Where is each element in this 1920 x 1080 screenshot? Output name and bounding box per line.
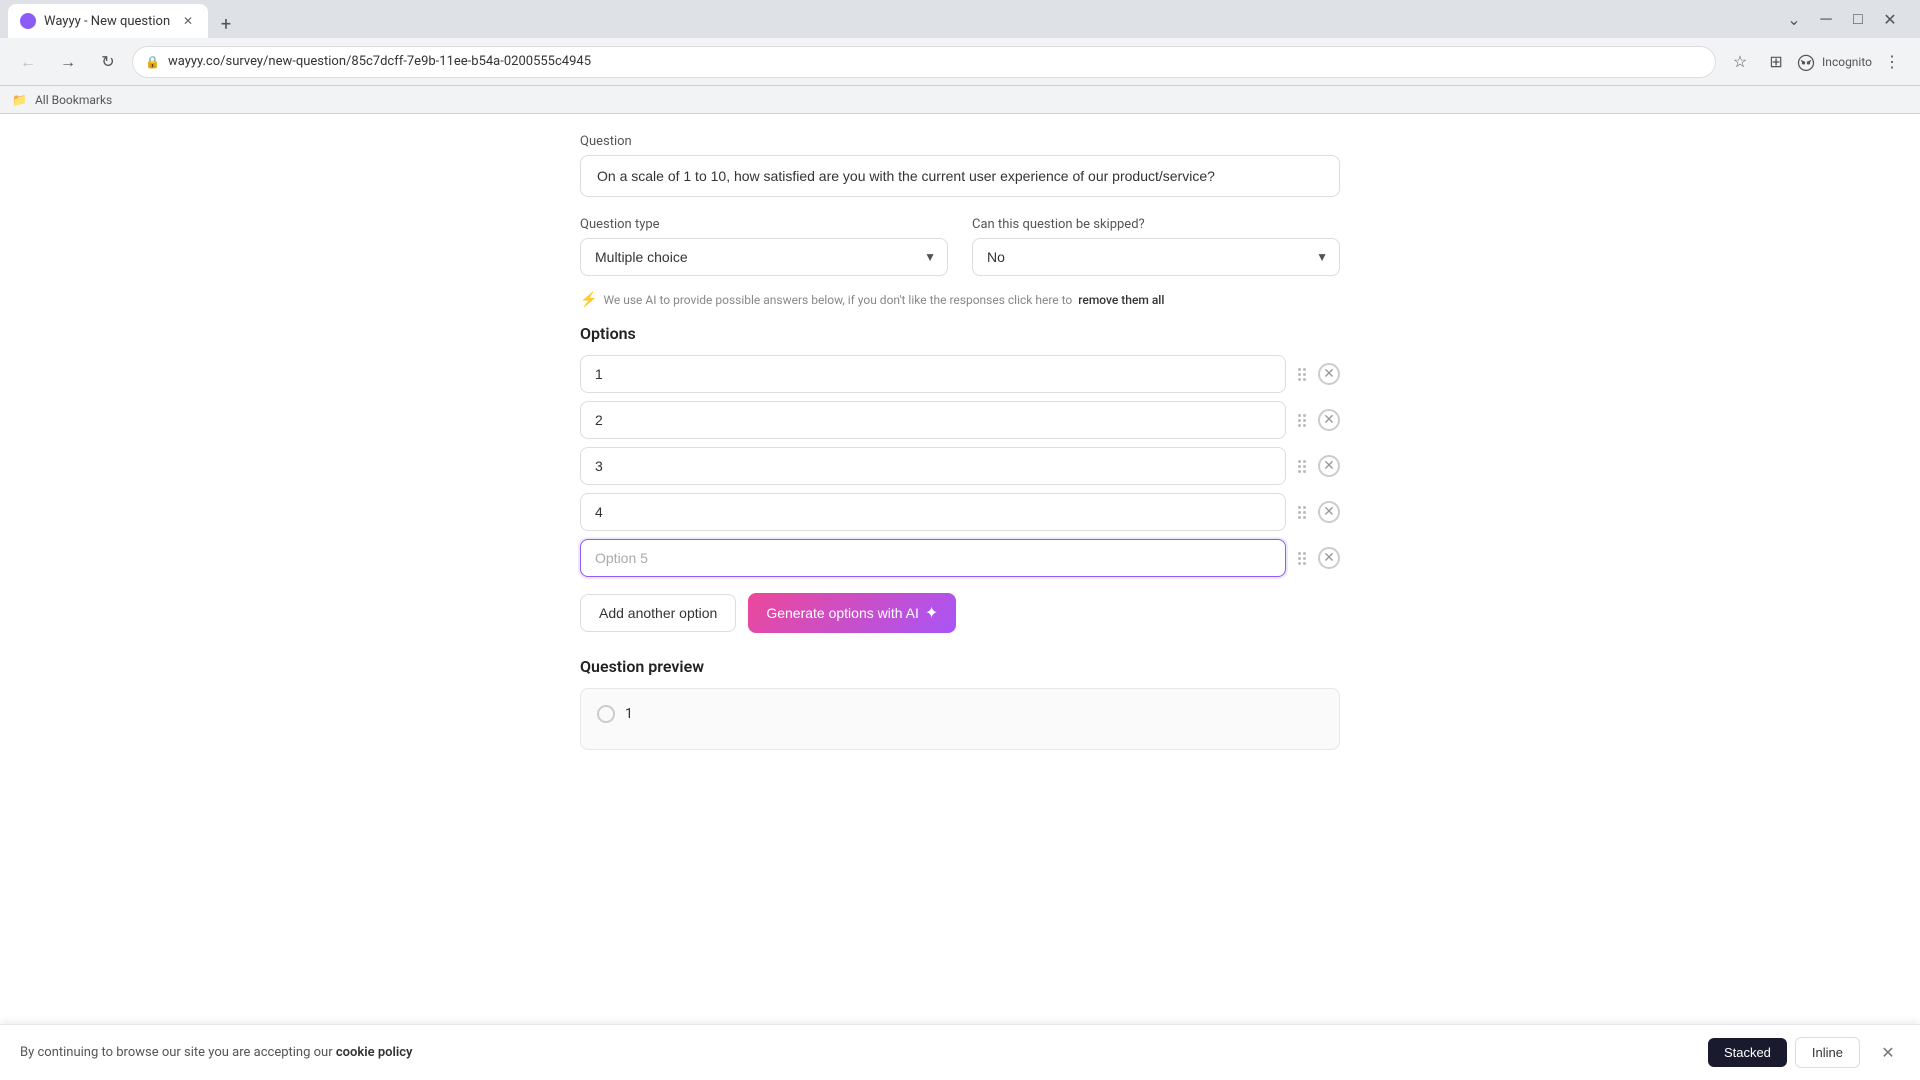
option-input-2[interactable] — [580, 401, 1286, 439]
browser-titlebar: Wayyy - New question ✕ + ⌄ ─ □ ✕ — [0, 0, 1920, 38]
bookmarks-bar-text: All Bookmarks — [35, 93, 112, 107]
tab-favicon — [20, 13, 36, 29]
option-input-4[interactable] — [580, 493, 1286, 531]
option-row-3: ✕ — [580, 447, 1340, 485]
skip-label: Can this question be skipped? — [972, 217, 1340, 232]
scroll-down-button[interactable]: ⌄ — [1780, 5, 1808, 33]
preview-option-text-1: 1 — [625, 706, 633, 722]
reload-button[interactable]: ↻ — [92, 46, 124, 78]
browser-toolbar: ← → ↻ 🔒 wayyy.co/survey/new-question/85c… — [0, 38, 1920, 86]
remove-option-3-button[interactable]: ✕ — [1318, 455, 1340, 477]
forward-button[interactable]: → — [52, 46, 84, 78]
option-row-2: ✕ — [580, 401, 1340, 439]
toolbar-actions: ☆ ⊞ Incognito ⋮ — [1724, 46, 1908, 78]
menu-button[interactable]: ⋮ — [1876, 46, 1908, 78]
question-input[interactable] — [580, 155, 1340, 197]
option-row-5: ✕ — [580, 539, 1340, 577]
skip-select[interactable]: No Yes — [972, 238, 1340, 276]
preview-option-1: 1 — [597, 705, 1323, 723]
tab-bar: Wayyy - New question ✕ + — [8, 0, 1780, 38]
stacked-button[interactable]: Stacked — [1708, 1038, 1787, 1067]
incognito-label: Incognito — [1822, 55, 1872, 69]
remove-option-1-button[interactable]: ✕ — [1318, 363, 1340, 385]
maximize-button[interactable]: □ — [1844, 5, 1872, 33]
close-window-button[interactable]: ✕ — [1876, 5, 1904, 33]
url-text: wayyy.co/survey/new-question/85c7dcff-7e… — [168, 54, 591, 69]
ai-notice: ⚡ We use AI to provide possible answers … — [580, 292, 1340, 308]
cookie-policy-link[interactable]: cookie policy — [336, 1045, 413, 1060]
drag-handle-5[interactable] — [1294, 548, 1310, 569]
lock-icon: 🔒 — [145, 55, 160, 69]
new-tab-button[interactable]: + — [212, 10, 240, 38]
preview-box: 1 — [580, 688, 1340, 750]
sparkle-icon: ✦ — [925, 603, 938, 623]
back-button[interactable]: ← — [12, 46, 44, 78]
bookmarks-bar: 📁 All Bookmarks — [0, 86, 1920, 114]
remove-all-link[interactable]: remove them all — [1078, 293, 1164, 307]
remove-option-4-button[interactable]: ✕ — [1318, 501, 1340, 523]
drag-handle-3[interactable] — [1294, 456, 1310, 477]
question-type-label: Question type — [580, 217, 948, 232]
question-type-wrapper: Multiple choice Short answer Rating ▼ — [580, 238, 948, 276]
option-input-1[interactable] — [580, 355, 1286, 393]
options-section-title: Options — [580, 324, 1340, 343]
tab-close-button[interactable]: ✕ — [180, 13, 196, 29]
option-input-5[interactable] — [580, 539, 1286, 577]
page-scroll: Question Question type Multiple choice S… — [0, 114, 1920, 1080]
generate-ai-button[interactable]: Generate options with AI ✦ — [748, 593, 956, 633]
question-label: Question — [580, 134, 1340, 149]
bookmarks-label: 📁 — [12, 93, 27, 107]
skip-wrapper: No Yes ▼ — [972, 238, 1340, 276]
cookie-banner: By continuing to browse our site you are… — [0, 1024, 1920, 1080]
preview-radio-1[interactable] — [597, 705, 615, 723]
option-row-4: ✕ — [580, 493, 1340, 531]
remove-option-2-button[interactable]: ✕ — [1318, 409, 1340, 431]
page-content: Question Question type Multiple choice S… — [0, 114, 1920, 1080]
question-settings-row: Question type Multiple choice Short answ… — [580, 217, 1340, 276]
ai-notice-text: We use AI to provide possible answers be… — [603, 293, 1072, 307]
add-another-option-button[interactable]: Add another option — [580, 594, 736, 632]
window-controls: ⌄ ─ □ ✕ — [1780, 5, 1912, 33]
drag-handle-4[interactable] — [1294, 502, 1310, 523]
extensions-button[interactable]: ⊞ — [1760, 46, 1792, 78]
option-row-1: ✕ — [580, 355, 1340, 393]
cookie-close-button[interactable]: ✕ — [1876, 1041, 1900, 1065]
cookie-text: By continuing to browse our site you are… — [20, 1045, 412, 1060]
drag-handle-2[interactable] — [1294, 410, 1310, 431]
preview-section-title: Question preview — [580, 657, 1340, 676]
inline-button[interactable]: Inline — [1795, 1037, 1860, 1068]
lightning-icon: ⚡ — [580, 292, 597, 308]
incognito-icon — [1796, 52, 1816, 72]
minimize-button[interactable]: ─ — [1812, 5, 1840, 33]
question-type-select[interactable]: Multiple choice Short answer Rating — [580, 238, 948, 276]
cookie-actions: Stacked Inline ✕ — [1708, 1037, 1900, 1068]
address-bar[interactable]: 🔒 wayyy.co/survey/new-question/85c7dcff-… — [132, 46, 1716, 78]
question-type-col: Question type Multiple choice Short answ… — [580, 217, 948, 276]
option-input-3[interactable] — [580, 447, 1286, 485]
incognito-badge: Incognito — [1796, 52, 1872, 72]
form-container: Question Question type Multiple choice S… — [560, 134, 1360, 750]
generate-ai-label: Generate options with AI — [766, 605, 919, 621]
tab-title: Wayyy - New question — [44, 14, 170, 29]
remove-option-5-button[interactable]: ✕ — [1318, 547, 1340, 569]
active-tab[interactable]: Wayyy - New question ✕ — [8, 4, 208, 38]
action-buttons-row: Add another option Generate options with… — [580, 593, 1340, 633]
skip-question-col: Can this question be skipped? No Yes ▼ — [972, 217, 1340, 276]
bookmark-button[interactable]: ☆ — [1724, 46, 1756, 78]
drag-handle-1[interactable] — [1294, 364, 1310, 385]
